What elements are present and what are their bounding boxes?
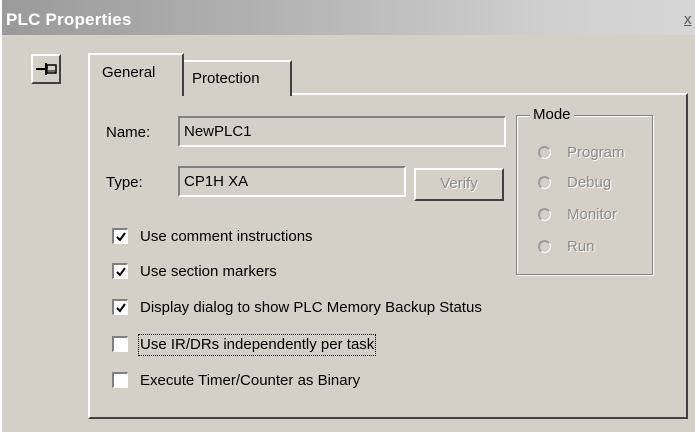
tab-protection[interactable]: Protection (184, 60, 292, 96)
close-button[interactable]: x (684, 12, 692, 27)
pushpin-icon (36, 63, 57, 75)
window-title: PLC Properties (6, 10, 132, 29)
title-bar: PLC Properties x (2, 0, 695, 35)
pin-button[interactable] (31, 54, 61, 84)
plc-properties-window: PLC Properties x General Protection Name… (0, 0, 695, 432)
general-tab-panel (88, 93, 688, 419)
tab-protection-label: Protection (192, 70, 260, 87)
tab-general-label: General (102, 64, 156, 81)
tab-general[interactable]: General (88, 53, 184, 96)
